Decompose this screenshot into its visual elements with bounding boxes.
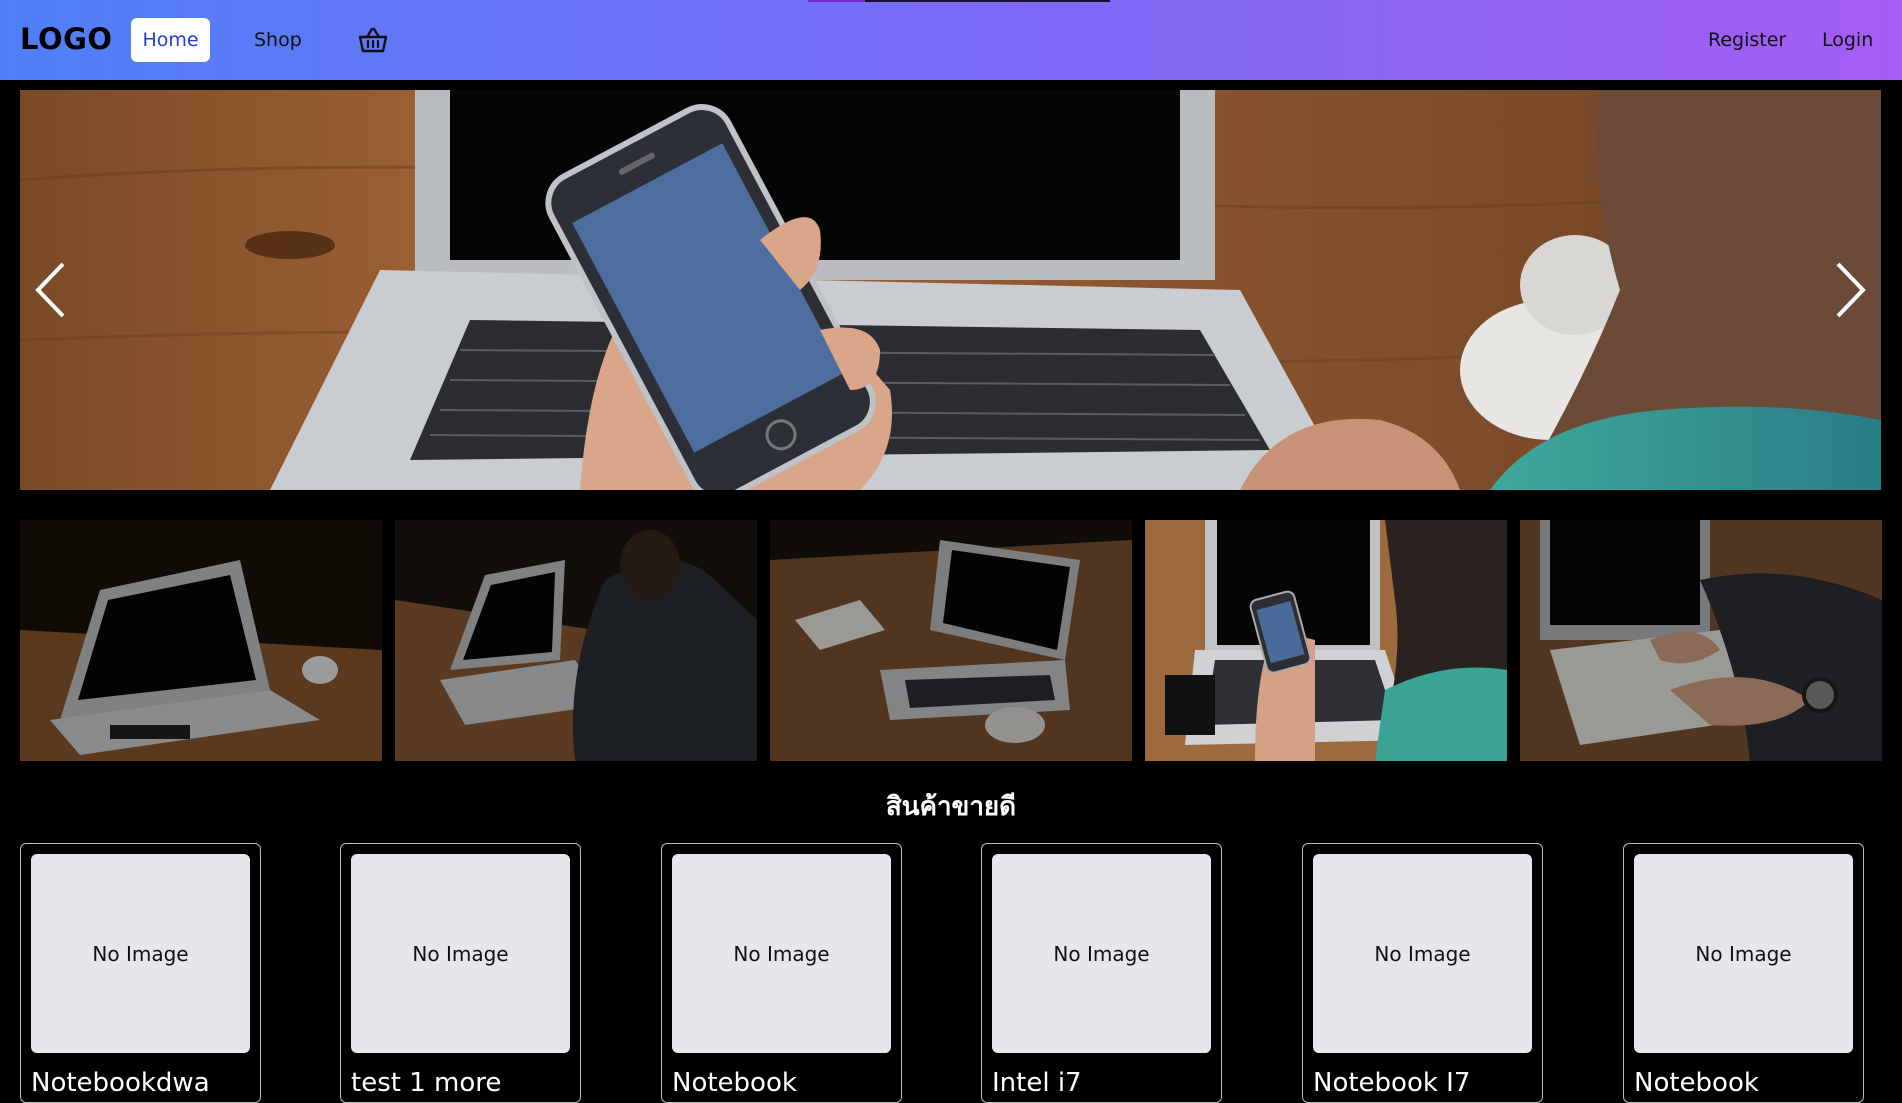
product-image-placeholder: No Image bbox=[672, 854, 891, 1053]
product-card[interactable]: No Image Notebookdwa bbox=[20, 843, 261, 1103]
chevron-left-icon bbox=[35, 262, 65, 318]
product-image-placeholder: No Image bbox=[992, 854, 1211, 1053]
product-image-placeholder: No Image bbox=[351, 854, 570, 1053]
product-name: Notebook bbox=[672, 1068, 797, 1098]
product-name: test 1 more bbox=[351, 1068, 502, 1098]
carousel-thumbnails bbox=[20, 520, 1882, 761]
chevron-right-icon bbox=[1836, 262, 1866, 318]
product-image-placeholder: No Image bbox=[31, 854, 250, 1053]
product-name: Intel i7 bbox=[992, 1068, 1082, 1098]
thumbnail-3[interactable] bbox=[770, 520, 1132, 761]
product-image-placeholder: No Image bbox=[1634, 854, 1853, 1053]
hero-image bbox=[20, 90, 1881, 490]
progress-fill bbox=[808, 0, 866, 2]
bestsellers-title: สินค้าขายดี bbox=[885, 792, 1017, 822]
product-card[interactable]: No Image test 1 more bbox=[340, 843, 581, 1103]
hero-carousel bbox=[20, 90, 1881, 490]
nav-home-link[interactable]: Home bbox=[131, 18, 210, 62]
product-card[interactable]: No Image Notebook I7 bbox=[1302, 843, 1543, 1103]
thumbnail-5[interactable] bbox=[1520, 520, 1882, 761]
thumbnail-1[interactable] bbox=[20, 520, 382, 761]
nav-register-link[interactable]: Register bbox=[1692, 18, 1802, 62]
page-load-progress bbox=[808, 0, 1110, 2]
basket-icon[interactable] bbox=[346, 18, 400, 62]
thumbnail-4[interactable] bbox=[1145, 520, 1507, 761]
product-card[interactable]: No Image Notebook bbox=[661, 843, 902, 1103]
navbar: LOGO Home Shop Register Login bbox=[0, 0, 1902, 80]
product-name: Notebookdwa bbox=[31, 1068, 210, 1098]
product-card[interactable]: No Image Intel i7 bbox=[981, 843, 1222, 1103]
product-image-placeholder: No Image bbox=[1313, 854, 1532, 1053]
thumbnail-2[interactable] bbox=[395, 520, 757, 761]
nav-shop-link[interactable]: Shop bbox=[238, 18, 318, 62]
product-card[interactable]: No Image Notebook bbox=[1623, 843, 1864, 1103]
product-name: Notebook I7 bbox=[1313, 1068, 1471, 1098]
product-name: Notebook bbox=[1634, 1068, 1759, 1098]
nav-login-link[interactable]: Login bbox=[1806, 18, 1889, 62]
logo[interactable]: LOGO bbox=[20, 22, 113, 56]
carousel-next-button[interactable] bbox=[1821, 250, 1881, 330]
carousel-prev-button[interactable] bbox=[20, 250, 80, 330]
